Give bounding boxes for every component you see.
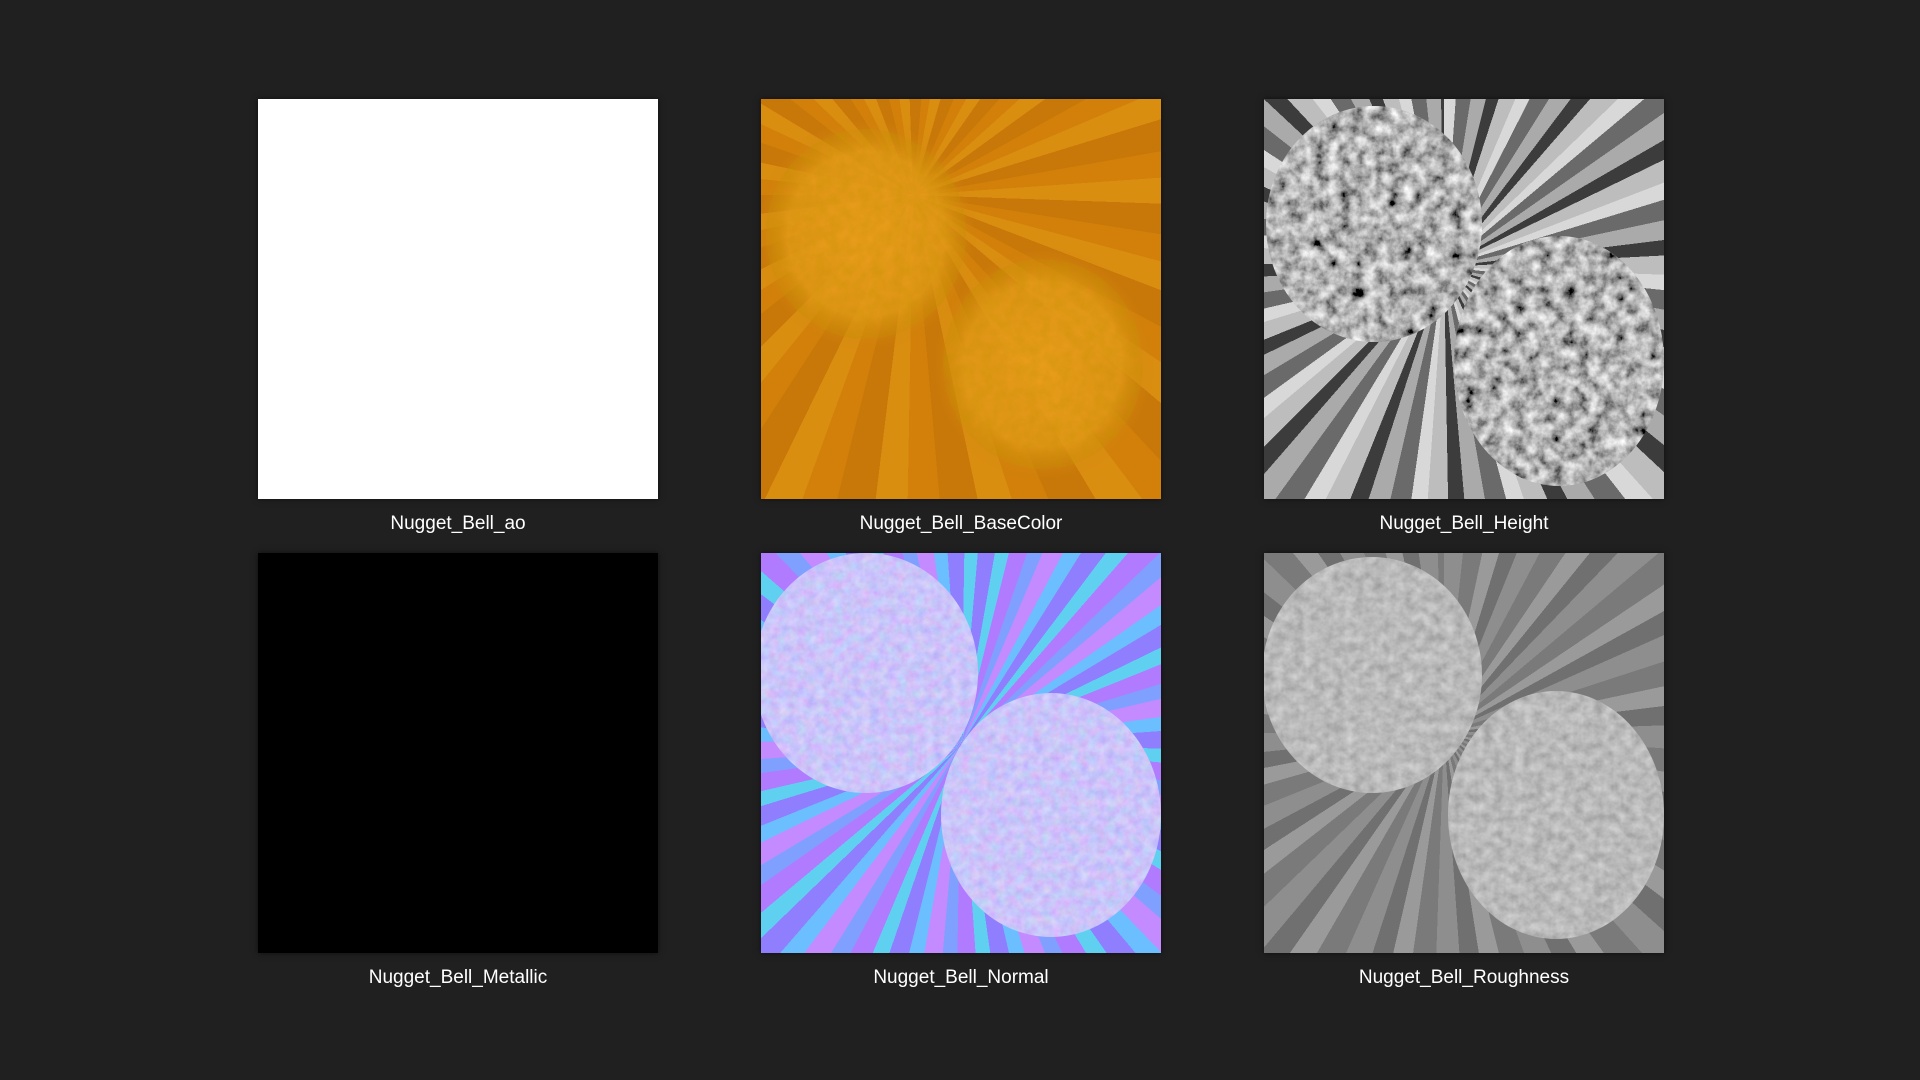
basecolor-texture xyxy=(761,116,1155,482)
file-name-normal[interactable]: Nugget_Bell_Normal xyxy=(721,967,1201,989)
roughness-texture xyxy=(1264,557,1664,939)
file-tile-height[interactable]: Nugget_Bell_Height xyxy=(1264,99,1664,534)
file-tile-ao[interactable]: Nugget_Bell_ao xyxy=(258,99,658,534)
thumbnail-height[interactable] xyxy=(1264,99,1664,499)
file-name-roughness[interactable]: Nugget_Bell_Roughness xyxy=(1224,967,1704,989)
thumbnail-normal[interactable] xyxy=(761,553,1161,953)
file-name-metallic[interactable]: Nugget_Bell_Metallic xyxy=(218,967,698,989)
file-name-basecolor[interactable]: Nugget_Bell_BaseColor xyxy=(721,513,1201,535)
normal-texture xyxy=(761,553,1161,937)
file-name-height[interactable]: Nugget_Bell_Height xyxy=(1224,513,1704,535)
thumbnail-basecolor[interactable] xyxy=(761,99,1161,499)
thumbnail-grid: Nugget_Bell_ao Nugget_Bell_BaseColor Nug… xyxy=(258,99,1664,988)
file-tile-basecolor[interactable]: Nugget_Bell_BaseColor xyxy=(761,99,1161,534)
file-name-ao[interactable]: Nugget_Bell_ao xyxy=(218,513,698,535)
file-tile-normal[interactable]: Nugget_Bell_Normal xyxy=(761,553,1161,988)
thumbnail-roughness[interactable] xyxy=(1264,553,1664,953)
thumbnail-ao[interactable] xyxy=(258,99,658,499)
height-texture xyxy=(1266,106,1664,486)
file-tile-metallic[interactable]: Nugget_Bell_Metallic xyxy=(258,553,658,988)
thumbnail-metallic[interactable] xyxy=(258,553,658,953)
file-tile-roughness[interactable]: Nugget_Bell_Roughness xyxy=(1264,553,1664,988)
